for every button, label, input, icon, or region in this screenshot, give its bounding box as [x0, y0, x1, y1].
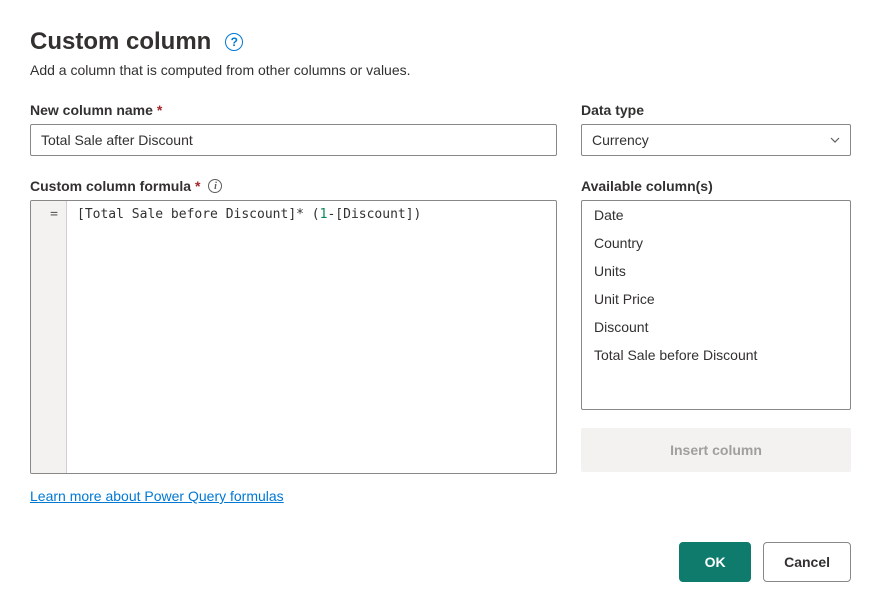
list-item[interactable]: Unit Price: [582, 285, 850, 313]
new-column-name-label: New column name *: [30, 102, 557, 118]
formula-gutter: =: [31, 201, 67, 473]
formula-editor[interactable]: = [Total Sale before Discount]* (1-[Disc…: [30, 200, 557, 474]
dialog-subtitle: Add a column that is computed from other…: [30, 62, 851, 78]
learn-more-link[interactable]: Learn more about Power Query formulas: [30, 488, 284, 504]
data-type-select[interactable]: Currency: [581, 124, 851, 156]
list-item[interactable]: Date: [582, 201, 850, 229]
required-indicator: *: [157, 102, 162, 118]
required-indicator: *: [195, 178, 200, 194]
help-icon[interactable]: ?: [225, 33, 243, 51]
new-column-name-input[interactable]: [30, 124, 557, 156]
available-columns-label: Available column(s): [581, 178, 851, 194]
cancel-button[interactable]: Cancel: [763, 542, 851, 582]
list-item[interactable]: Units: [582, 257, 850, 285]
ok-button[interactable]: OK: [679, 542, 751, 582]
info-icon[interactable]: i: [208, 179, 222, 193]
dialog-title: Custom column: [30, 28, 211, 56]
list-item[interactable]: Country: [582, 229, 850, 257]
insert-column-button[interactable]: Insert column: [581, 428, 851, 472]
available-columns-list[interactable]: DateCountryUnitsUnit PriceDiscountTotal …: [581, 200, 851, 410]
data-type-value: Currency: [592, 132, 649, 148]
list-item[interactable]: Discount: [582, 313, 850, 341]
formula-label: Custom column formula * i: [30, 178, 557, 194]
formula-content[interactable]: [Total Sale before Discount]* (1-[Discou…: [67, 201, 556, 473]
list-item[interactable]: Total Sale before Discount: [582, 341, 850, 369]
data-type-label: Data type: [581, 102, 851, 118]
